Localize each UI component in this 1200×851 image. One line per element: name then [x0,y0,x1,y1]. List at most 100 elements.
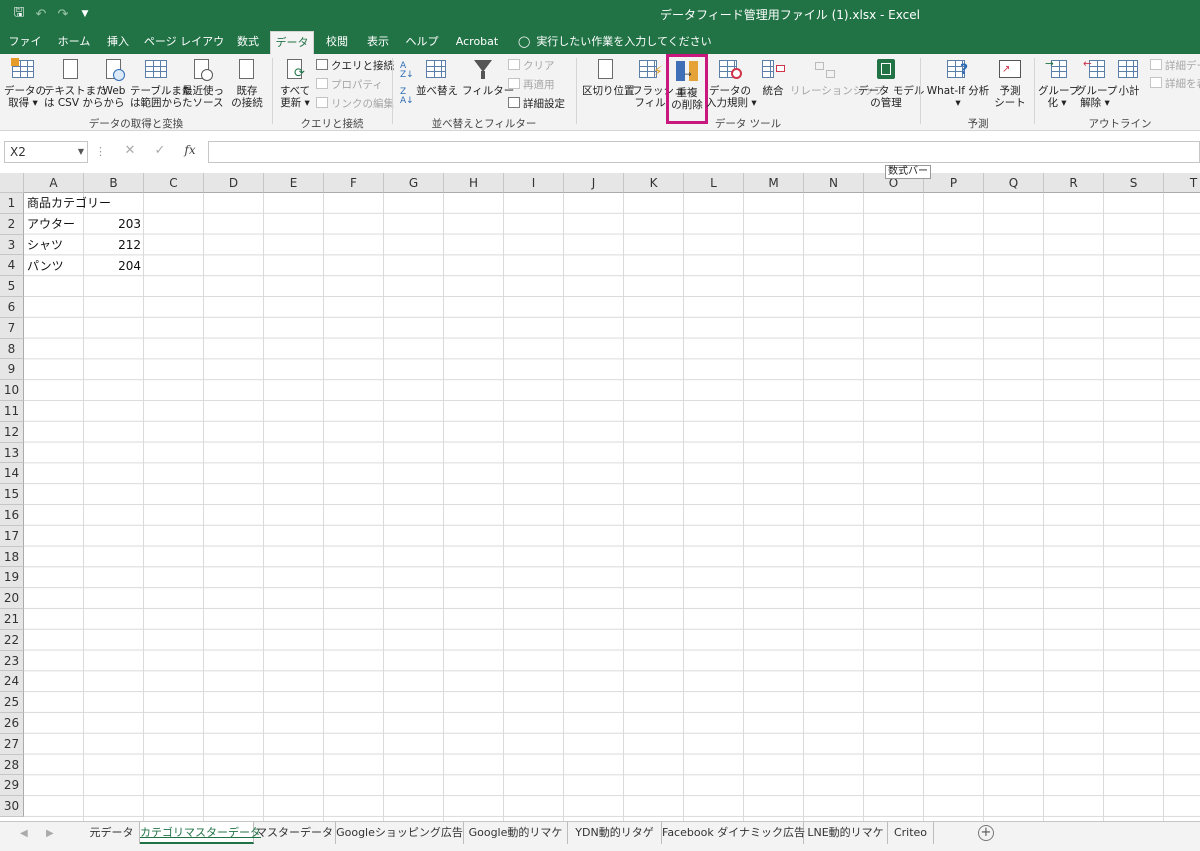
worksheet-grid[interactable]: ABCDEFGHIJKLMNOPQRST 1 2 3 4 5 6 7 8 9 10 11 12 13 14… [0,173,1200,821]
row-header-15[interactable]: 15 [0,484,24,505]
row-header-25[interactable]: 25 [0,692,24,713]
edit-links-button[interactable]: リンクの編集 [316,96,394,112]
queries-connections-button[interactable]: クエリと接続 [316,58,394,74]
row-header-26[interactable]: 26 [0,713,24,734]
column-header-a[interactable]: A [24,173,84,193]
refresh-all-button[interactable]: ⟳ すべて 更新 ▾ [276,58,314,109]
row-header-29[interactable]: 29 [0,775,24,797]
insert-function-icon[interactable]: fx [180,143,200,157]
reapply-button[interactable]: 再適用 [508,77,555,93]
chevron-down-icon[interactable]: ▼ [78,142,84,162]
column-header-j[interactable]: J [564,173,624,193]
row-header-9[interactable]: 9 [0,359,24,381]
column-header-t[interactable]: T [1164,173,1200,193]
tab-home[interactable]: ホーム [54,31,94,54]
cell-a2[interactable]: アウター [24,214,84,234]
row-header-14[interactable]: 14 [0,463,24,485]
row-header-20[interactable]: 20 [0,588,24,609]
relationships-button[interactable]: リレーションシップ [790,58,884,97]
tell-me-box[interactable]: ◯ 実行したい作業を入力してください [518,31,712,53]
get-data-button[interactable]: データの 取得 ▾ [4,58,46,109]
sheet-tab[interactable]: Google動的リマケ [464,822,568,844]
subtotal-button[interactable]: 小計 [1114,58,1144,97]
row-header-23[interactable]: 23 [0,650,24,672]
formula-input[interactable] [208,141,1200,163]
prev-sheet-icon[interactable]: ◀ [20,828,28,839]
row-header-7[interactable]: 7 [0,317,24,339]
manage-data-model-button[interactable]: データ モデル の管理 [858,58,924,109]
add-sheet-icon[interactable]: + [978,825,994,841]
sheet-tab[interactable]: Facebook ダイナミック広告 [662,822,805,844]
row-header-13[interactable]: 13 [0,442,24,464]
tab-formulas[interactable]: 数式 [230,31,266,54]
tab-view[interactable]: 表示 [360,31,396,54]
what-if-analysis-button[interactable]: ? What-If 分析 ▾ [926,58,990,109]
column-header-c[interactable]: C [144,173,204,193]
cancel-icon[interactable]: ✕ [120,143,140,158]
row-header-11[interactable]: 11 [0,401,24,422]
tab-file[interactable]: ファイル [4,31,46,70]
text-to-columns-button[interactable]: 区切り位置 [582,58,635,97]
row-header-8[interactable]: 8 [0,338,24,360]
row-header-28[interactable]: 28 [0,754,24,776]
row-header-19[interactable]: 19 [0,567,24,589]
sort-ascending-button[interactable]: A Z↓ [400,62,414,80]
tab-page-layout[interactable]: ページ レイアウト [142,31,226,70]
column-header-q[interactable]: Q [984,173,1044,193]
row-header-24[interactable]: 24 [0,671,24,693]
forecast-sheet-button[interactable]: ↗ 予測 シート [992,58,1028,109]
cell-b2[interactable]: 203 [84,214,144,234]
recent-sources-button[interactable]: 最近使っ たソース [182,58,224,109]
hide-detail-button[interactable]: 詳細を表 [1150,76,1200,92]
row-header-22[interactable]: 22 [0,629,24,651]
filter-button[interactable]: フィルター [462,58,514,97]
cell-a3[interactable]: シャツ [24,235,84,255]
sort-button[interactable]: 並べ替え [416,58,458,97]
row-header-6[interactable]: 6 [0,297,24,318]
next-sheet-icon[interactable]: ▶ [46,828,54,839]
column-header-f[interactable]: F [324,173,384,193]
sort-descending-button[interactable]: Z A↓ [400,88,414,106]
row-header-2[interactable]: 2 [0,213,24,235]
from-text-csv-button[interactable]: テキストまた は CSV から [44,58,107,109]
column-header-n[interactable]: N [804,173,864,193]
sheet-tab[interactable]: YDN動的リタゲ [568,822,662,844]
row-header-30[interactable]: 30 [0,796,24,817]
row-header-4[interactable]: 4 [0,255,24,277]
existing-connections-button[interactable]: 既存 の接続 [228,58,266,109]
tab-review[interactable]: 校閲 [320,31,354,54]
cell-b4[interactable]: 204 [84,256,144,276]
sheet-tab[interactable]: 元データ [84,822,140,844]
column-header-s[interactable]: S [1104,173,1164,193]
clear-filter-button[interactable]: クリア [508,58,555,74]
row-header-1[interactable]: 1 [0,193,24,214]
row-header-27[interactable]: 27 [0,733,24,755]
column-header-b[interactable]: B [84,173,144,193]
sheet-tab[interactable]: マスターデータ [254,822,336,844]
formula-bar-splitter[interactable]: ⋮ [95,145,106,158]
select-all-corner[interactable] [0,173,24,193]
consolidate-button[interactable]: 統合 [756,58,790,97]
column-header-r[interactable]: R [1044,173,1104,193]
cell-a1[interactable]: 商品カテゴリー [24,193,144,213]
from-web-button[interactable]: Web から [98,58,130,109]
show-detail-button[interactable]: 詳細デー [1150,58,1200,74]
enter-check-icon[interactable]: ✓ [150,143,170,158]
properties-button[interactable]: プロパティ [316,77,383,93]
group-button[interactable]: → グループ 化 ▾ [1038,58,1079,109]
column-header-g[interactable]: G [384,173,444,193]
row-header-5[interactable]: 5 [0,276,24,297]
tab-data[interactable]: データ [270,31,314,54]
column-header-d[interactable]: D [204,173,264,193]
tab-acrobat[interactable]: Acrobat [448,31,506,54]
cell-area[interactable]: 商品カテゴリー アウター 203 シャツ 212 パンツ 204 [24,193,1200,821]
column-header-i[interactable]: I [504,173,564,193]
ungroup-button[interactable]: ← グループ 解除 ▾ [1076,58,1117,109]
tab-insert[interactable]: 挿入 [100,31,136,54]
column-header-l[interactable]: L [684,173,744,193]
column-header-k[interactable]: K [624,173,684,193]
sheet-tab[interactable]: Googleショッピング広告 [336,822,464,844]
sheet-tab[interactable]: Criteo [888,822,934,844]
row-header-10[interactable]: 10 [0,380,24,401]
row-header-12[interactable]: 12 [0,421,24,443]
